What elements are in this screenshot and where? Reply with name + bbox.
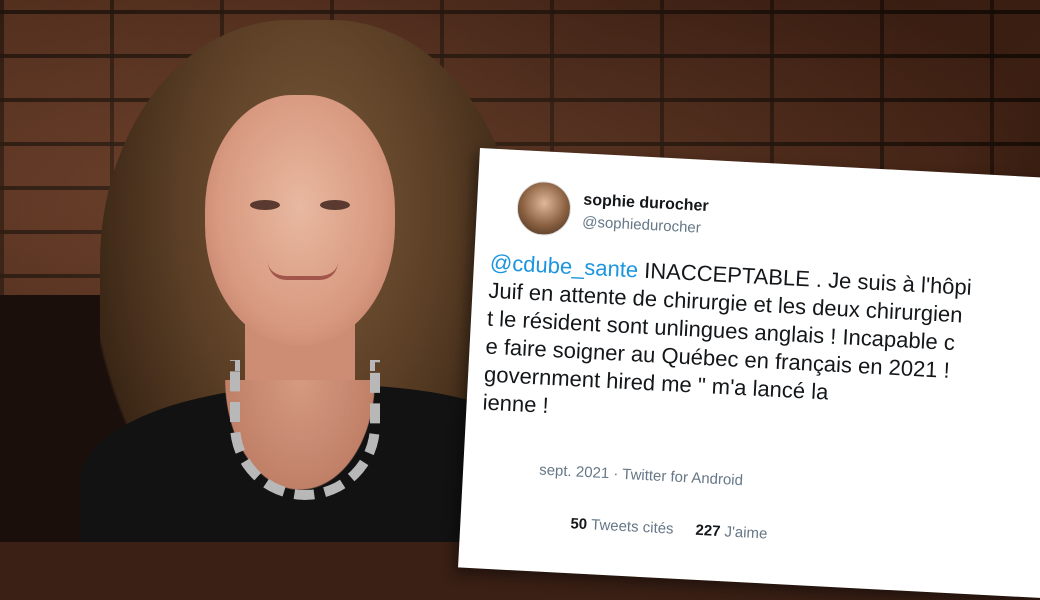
user-info: sophie durocher @sophiedurocher — [582, 191, 709, 237]
quote-tweets-stat[interactable]: 50 Tweets cités — [570, 515, 674, 537]
person-mouth — [268, 262, 338, 280]
quote-label: Tweets cités — [590, 516, 674, 538]
person-eye-right — [320, 200, 350, 210]
person-eye-left — [250, 200, 280, 210]
mention-link[interactable]: @cdube_sante — [489, 250, 638, 283]
person-face — [205, 95, 395, 345]
likes-stat[interactable]: 227 J'aime — [695, 522, 768, 543]
tweet-body-text: INACCEPTABLE . Je suis à l'hôpi Juif en … — [482, 257, 973, 418]
tweet-header: sophie durocher @sophiedurocher — [515, 180, 710, 244]
quote-count: 50 — [570, 515, 588, 534]
like-label: J'aime — [724, 523, 768, 543]
tweet-card: sophie durocher @sophiedurocher @cdube_s… — [458, 148, 1040, 600]
user-avatar[interactable] — [515, 180, 573, 237]
tweet-stats: 50 Tweets cités 227 J'aime — [570, 515, 768, 542]
user-handle[interactable]: @sophiedurocher — [582, 213, 708, 237]
tweet-meta: sept. 2021 · Twitter for Android — [538, 461, 744, 490]
tweet-text: @cdube_sante INACCEPTABLE . Je suis à l'… — [482, 249, 1040, 448]
display-name[interactable]: sophie durocher — [583, 191, 709, 216]
like-count: 227 — [695, 521, 721, 541]
